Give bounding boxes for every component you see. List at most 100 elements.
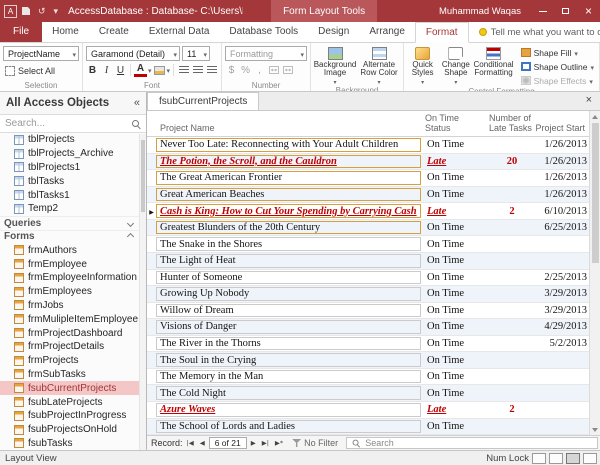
project-start-cell[interactable]: 3/29/2013 <box>537 286 591 302</box>
fill-color-button[interactable] <box>153 63 166 77</box>
record-selector[interactable] <box>147 236 156 252</box>
record-selector[interactable] <box>147 419 156 435</box>
scrollbar-thumb[interactable] <box>592 123 599 263</box>
document-tab[interactable]: fsubCurrentProjects <box>147 92 259 110</box>
comma-format-button[interactable]: , <box>253 63 266 77</box>
on-time-status-cell[interactable]: On Time <box>423 170 487 186</box>
chevron-down-icon[interactable] <box>148 64 152 76</box>
late-tasks-cell[interactable] <box>487 352 537 368</box>
save-icon[interactable] <box>19 7 33 15</box>
nav-item-temp2[interactable]: Temp2 <box>0 202 139 216</box>
project-start-cell[interactable]: 6/10/2013 <box>537 203 591 219</box>
qat-customize-icon[interactable]: ▾ <box>51 6 62 17</box>
on-time-status-cell[interactable]: On Time <box>423 303 487 319</box>
scroll-down-icon[interactable] <box>590 424 600 435</box>
project-name-cell[interactable]: The Memory in the Man <box>156 370 421 384</box>
shape-effects-button[interactable]: Shape Effects <box>519 74 596 87</box>
project-name-cell[interactable]: The Light of Heat <box>156 254 421 268</box>
on-time-status-cell[interactable]: Late <box>423 203 487 219</box>
align-right-button[interactable] <box>205 63 218 77</box>
project-start-cell[interactable]: 5/2/2013 <box>537 336 591 352</box>
new-record-button[interactable] <box>273 437 285 449</box>
increase-decimals-button[interactable] <box>267 63 280 77</box>
nav-item-frmprojectdashboard[interactable]: frmProjectDashboard <box>0 326 139 340</box>
filter-indicator[interactable]: No Filter <box>292 438 338 448</box>
alternate-row-color-button[interactable]: Alternate Row Color <box>358 46 400 86</box>
late-tasks-cell[interactable] <box>487 385 537 401</box>
currency-format-button[interactable]: $ <box>225 63 238 77</box>
project-name-cell[interactable]: The School of Lords and Ladies <box>156 420 421 434</box>
late-tasks-cell[interactable]: 2 <box>487 203 537 219</box>
late-tasks-cell[interactable] <box>487 187 537 203</box>
scroll-up-icon[interactable] <box>590 111 600 122</box>
project-name-cell[interactable]: Willow of Dream <box>156 304 421 318</box>
late-tasks-cell[interactable] <box>487 319 537 335</box>
font-color-button[interactable]: A <box>134 63 147 77</box>
record-selector[interactable] <box>147 303 156 319</box>
record-selector[interactable] <box>147 352 156 368</box>
nav-item-tblprojects-archive[interactable]: tblProjects_Archive <box>0 147 139 161</box>
project-start-cell[interactable] <box>537 385 591 401</box>
ribbon-tab-design[interactable]: Design <box>308 22 359 42</box>
late-tasks-cell[interactable] <box>487 303 537 319</box>
column-header-late-tasks[interactable]: Number of Late Tasks <box>485 114 535 134</box>
percent-format-button[interactable]: % <box>239 63 252 77</box>
align-left-button[interactable] <box>177 63 190 77</box>
nav-item-fsubprojectsonhold[interactable]: fsubProjectsOnHold <box>0 423 139 437</box>
nav-item-frmemployees[interactable]: frmEmployees <box>0 285 139 299</box>
project-start-cell[interactable] <box>537 352 591 368</box>
project-name-cell[interactable]: Great American Beaches <box>156 188 421 202</box>
on-time-status-cell[interactable]: On Time <box>423 419 487 435</box>
undo-icon[interactable]: ↺ <box>35 6 49 17</box>
on-time-status-cell[interactable]: On Time <box>423 253 487 269</box>
background-image-button[interactable]: Background Image <box>314 46 356 86</box>
project-name-cell[interactable]: The Great American Frontier <box>156 171 421 185</box>
project-name-cell[interactable]: Hunter of Someone <box>156 271 421 285</box>
on-time-status-cell[interactable]: On Time <box>423 336 487 352</box>
project-name-cell[interactable]: The Snake in the Shores <box>156 237 421 251</box>
record-selector[interactable] <box>147 270 156 286</box>
nav-item-fsubtasks[interactable]: fsubTasks <box>0 437 139 450</box>
late-tasks-cell[interactable]: 20 <box>487 154 537 170</box>
nav-item-frmsubtasks[interactable]: frmSubTasks <box>0 368 139 382</box>
ribbon-tab-create[interactable]: Create <box>89 22 139 42</box>
ribbon-tab-arrange[interactable]: Arrange <box>359 22 415 42</box>
nav-search-box[interactable]: Search... <box>0 115 146 133</box>
project-start-cell[interactable]: 3/29/2013 <box>537 303 591 319</box>
project-start-cell[interactable]: 1/26/2013 <box>537 170 591 186</box>
project-start-cell[interactable]: 6/25/2013 <box>537 220 591 236</box>
on-time-status-cell[interactable]: On Time <box>423 369 487 385</box>
record-selector[interactable] <box>147 220 156 236</box>
form-view-icon[interactable] <box>532 453 546 464</box>
on-time-status-cell[interactable]: On Time <box>423 352 487 368</box>
column-header-project-name[interactable]: Project Name <box>156 124 421 134</box>
project-start-cell[interactable] <box>537 236 591 252</box>
decrease-decimals-button[interactable] <box>281 63 294 77</box>
record-search-box[interactable]: Search <box>346 437 598 449</box>
late-tasks-cell[interactable]: 2 <box>487 402 537 418</box>
project-name-cell[interactable]: Visions of Danger <box>156 320 421 334</box>
record-selector[interactable] <box>147 286 156 302</box>
nav-pane-header[interactable]: All Access Objects « <box>0 92 146 115</box>
project-start-cell[interactable]: 2/25/2013 <box>537 270 591 286</box>
design-view-icon[interactable] <box>583 453 597 464</box>
first-record-button[interactable] <box>185 437 196 449</box>
font-family-combo[interactable]: Garamond (Detail) <box>86 46 180 61</box>
on-time-status-cell[interactable]: On Time <box>423 220 487 236</box>
nav-item-frmprojectdetails[interactable]: frmProjectDetails <box>0 340 139 354</box>
italic-button[interactable]: I <box>100 63 113 77</box>
nav-item-fsublateprojects[interactable]: fsubLateProjects <box>0 395 139 409</box>
on-time-status-cell[interactable]: Late <box>423 402 487 418</box>
project-start-cell[interactable]: 1/26/2013 <box>537 137 591 153</box>
align-center-button[interactable] <box>191 63 204 77</box>
layout-view-icon[interactable] <box>566 453 580 464</box>
document-close-icon[interactable]: × <box>578 92 600 110</box>
ribbon-tab-home[interactable]: Home <box>42 22 89 42</box>
project-start-cell[interactable] <box>537 369 591 385</box>
project-start-cell[interactable]: 1/26/2013 <box>537 187 591 203</box>
record-selector[interactable] <box>147 137 156 153</box>
close-button[interactable]: × <box>577 0 600 22</box>
record-selector[interactable] <box>147 369 156 385</box>
vertical-scrollbar[interactable] <box>589 111 600 435</box>
nav-item-tbltasks[interactable]: tblTasks <box>0 174 139 188</box>
